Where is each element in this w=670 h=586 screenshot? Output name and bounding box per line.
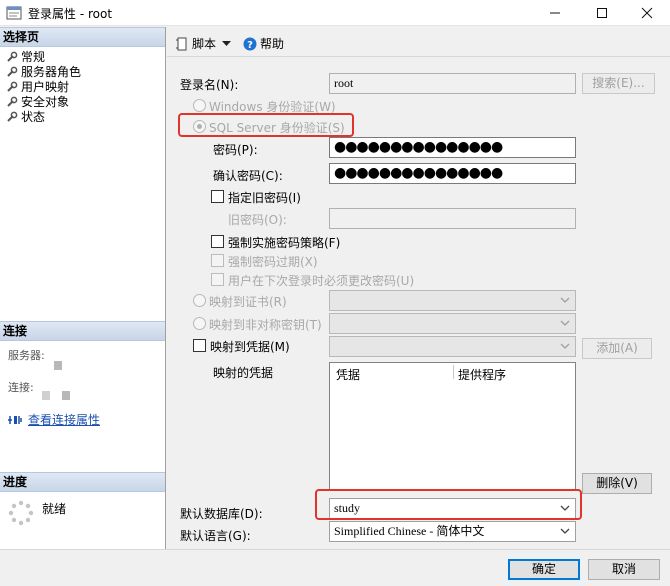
wrench-icon: [7, 96, 18, 107]
chevron-down-icon: [560, 320, 570, 326]
nav-item-securables[interactable]: 安全对象: [6, 94, 69, 109]
progress-spinner-icon: [8, 500, 34, 526]
search-button[interactable]: 搜索(E)...: [582, 73, 655, 94]
nav-item-status[interactable]: 状态: [6, 109, 45, 124]
grid-header-separator: [453, 365, 454, 379]
windows-auth-radio[interactable]: [193, 99, 206, 112]
password-field[interactable]: ●●●●●●●●●●●●●●●: [329, 137, 576, 158]
server-label: 服务器:: [8, 349, 45, 362]
map-credential-checkbox[interactable]: [193, 339, 206, 352]
chevron-down-icon: [560, 297, 570, 303]
script-button[interactable]: 脚本: [175, 35, 232, 52]
nav-item-user-mapping[interactable]: 用户映射: [6, 79, 69, 94]
wrench-icon: [7, 111, 18, 122]
old-password-label: 旧密码(O):: [228, 213, 287, 227]
cancel-button[interactable]: 取消: [588, 559, 660, 580]
default-language-value: Simplified Chinese - 简体中文: [334, 524, 485, 538]
enforce-expiration-checkbox[interactable]: [211, 254, 224, 267]
specify-old-password-checkbox[interactable]: [211, 190, 224, 203]
select-page-header: 选择页: [0, 27, 165, 47]
specify-old-password-label: 指定旧密码(I): [228, 191, 301, 205]
redacted-connection: [42, 391, 50, 400]
default-database-highlight: [315, 489, 582, 520]
progress-header: 进度: [0, 472, 165, 492]
script-label: 脚本: [192, 37, 217, 51]
left-pane: 选择页 常规 服务器角色 用户映射 安全对象 状态 连接 服务器: 连接: 查看…: [0, 27, 166, 549]
svg-text:?: ?: [247, 40, 253, 51]
help-button[interactable]: ? 帮助: [243, 35, 284, 52]
map-certificate-radio[interactable]: [193, 294, 206, 307]
map-asym-key-label: 映射到非对称密钥(T): [209, 318, 322, 332]
connection-header: 连接: [0, 321, 165, 341]
view-connection-properties-link[interactable]: 查看连接属性: [8, 411, 100, 428]
redacted-connection-2: [62, 391, 70, 400]
minimize-icon[interactable]: [532, 0, 578, 26]
view-connection-properties-text: 查看连接属性: [28, 413, 101, 427]
chevron-down-icon[interactable]: [222, 40, 232, 47]
nav-item-server-roles[interactable]: 服务器角色: [6, 64, 81, 79]
confirm-password-label: 确认密码(C):: [213, 169, 283, 183]
map-certificate-label: 映射到证书(R): [209, 295, 287, 309]
must-change-label: 用户在下次登录时必须更改密码(U): [228, 274, 415, 288]
connection-label: 连接:: [8, 381, 34, 394]
default-database-label: 默认数据库(D):: [180, 507, 263, 521]
chevron-down-icon: [560, 343, 570, 349]
credential-select[interactable]: [329, 336, 576, 357]
certificate-select[interactable]: [329, 290, 576, 311]
sql-auth-highlight: [178, 113, 354, 137]
password-label: 密码(P):: [213, 143, 258, 157]
window-title: 登录属性 - root: [28, 7, 113, 21]
map-asym-key-radio[interactable]: [193, 317, 206, 330]
default-language-label: 默认语言(G):: [180, 529, 251, 543]
dialog-button-bar: 确定 取消: [0, 549, 670, 586]
enforce-policy-label: 强制实施密码策略(F): [228, 236, 341, 250]
must-change-checkbox[interactable]: [211, 273, 224, 286]
default-language-select[interactable]: Simplified Chinese - 简体中文: [329, 521, 576, 542]
toolbar: 脚本 ? 帮助: [167, 27, 670, 57]
wrench-icon: [7, 51, 18, 62]
wrench-icon: [7, 81, 18, 92]
map-credential-label: 映射到凭据(M): [210, 340, 290, 354]
ok-button[interactable]: 确定: [508, 559, 580, 580]
connection-properties-icon: [8, 415, 22, 424]
login-properties-icon: [6, 6, 22, 20]
login-name-field: root: [329, 73, 576, 94]
grid-header-credential[interactable]: 凭据: [336, 366, 360, 383]
add-credential-button[interactable]: 添加(A): [582, 338, 652, 359]
wrench-icon: [7, 66, 18, 77]
confirm-password-field[interactable]: ●●●●●●●●●●●●●●●: [329, 163, 576, 184]
old-password-field: [329, 208, 576, 229]
enforce-expiration-label: 强制密码过期(X): [228, 255, 318, 269]
enforce-policy-checkbox[interactable]: [211, 235, 224, 248]
close-icon[interactable]: [624, 0, 670, 26]
help-label: 帮助: [260, 37, 285, 51]
chevron-down-icon: [560, 528, 570, 534]
asym-key-select[interactable]: [329, 313, 576, 334]
title-bar: 登录属性 - root: [0, 0, 670, 26]
progress-status: 就绪: [42, 502, 67, 516]
grid-header-provider[interactable]: 提供程序: [458, 366, 506, 383]
redacted-server: [54, 361, 62, 370]
nav-label: 状态: [21, 110, 46, 124]
mapped-credentials-grid[interactable]: 凭据 提供程序: [329, 362, 576, 490]
nav-item-general[interactable]: 常规: [6, 49, 45, 64]
mapped-credentials-label: 映射的凭据: [213, 366, 274, 380]
maximize-icon[interactable]: [579, 0, 625, 26]
script-icon: [176, 37, 187, 50]
help-icon: ?: [243, 37, 257, 51]
login-name-label: 登录名(N):: [180, 78, 239, 92]
remove-credential-button[interactable]: 删除(V): [582, 473, 652, 494]
